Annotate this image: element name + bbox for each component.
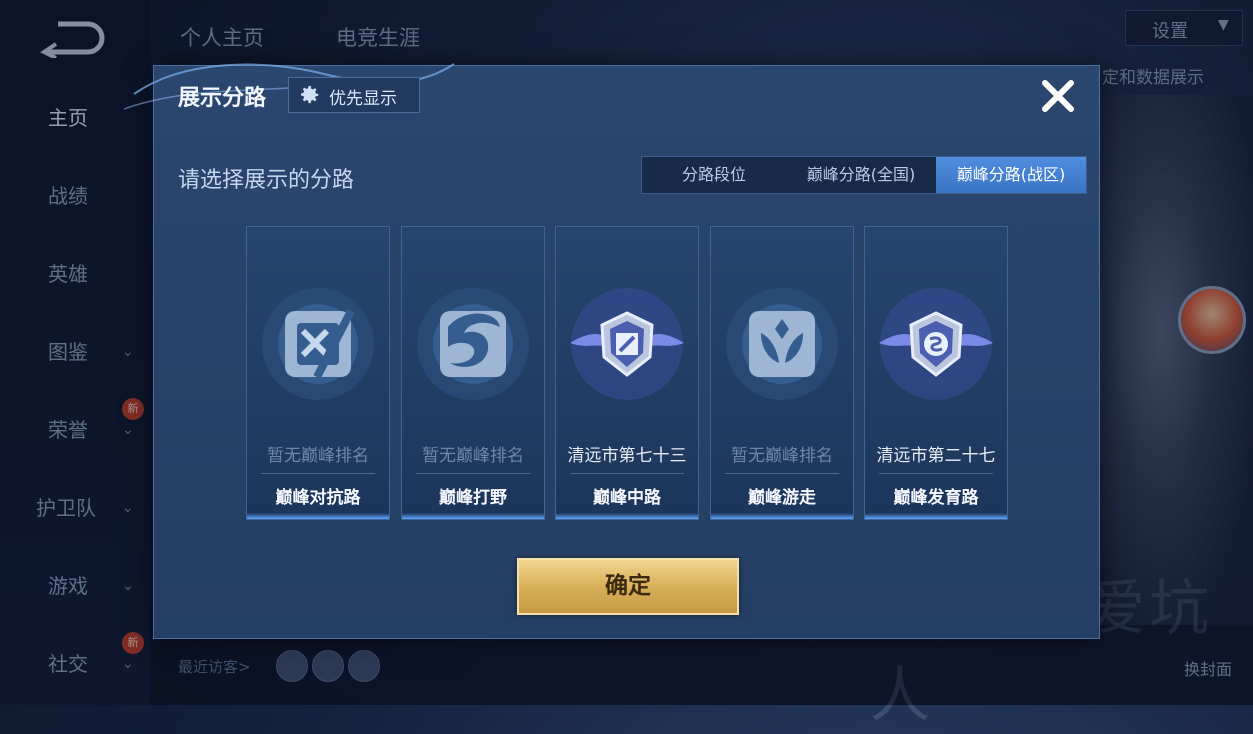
card-glow (247, 513, 389, 519)
mid-lane-badge-icon (570, 288, 684, 400)
peak-rank-text: 暂无巅峰排名 (731, 446, 833, 466)
jungle-icon (417, 288, 529, 400)
top-lane-icon (262, 288, 374, 400)
lane-name: 巅峰中路 (593, 488, 661, 508)
dialog-title: 展示分路 (178, 86, 267, 111)
divider (725, 473, 839, 474)
divider (570, 473, 684, 474)
lane-card-mid[interactable]: 清远市第七十三 巅峰中路 (555, 226, 699, 520)
divider (261, 473, 375, 474)
confirm-button[interactable]: 确定 (517, 558, 739, 615)
lane-card-roam[interactable]: 暂无巅峰排名 巅峰游走 (710, 226, 854, 520)
tab-peak-lane-national[interactable]: 巅峰分路(全国) (786, 157, 936, 193)
lane-display-dialog: 展示分路 优先显示 请选择展示的分路 分路段位 巅峰分路(全国) 巅峰分路(战区… (124, 63, 1100, 639)
lane-name: 巅峰打野 (439, 488, 507, 508)
card-glow (556, 513, 698, 519)
lane-type-tabs: 分路段位 巅峰分路(全国) 巅峰分路(战区) (641, 156, 1087, 194)
lane-name: 巅峰游走 (748, 488, 816, 508)
gear-icon (301, 85, 319, 104)
priority-display-button[interactable]: 优先显示 (288, 77, 420, 113)
lane-card-jungle[interactable]: 暂无巅峰排名 巅峰打野 (401, 226, 545, 520)
peak-rank-text: 暂无巅峰排名 (267, 446, 369, 466)
lane-name: 巅峰发育路 (893, 488, 979, 508)
divider (879, 473, 993, 474)
lane-name: 巅峰对抗路 (275, 488, 361, 508)
divider (416, 473, 530, 474)
card-glow (711, 513, 853, 519)
close-icon[interactable] (1038, 76, 1078, 116)
farm-lane-badge-icon (879, 288, 993, 400)
lane-card-top[interactable]: 暂无巅峰排名 巅峰对抗路 (246, 226, 390, 520)
peak-rank-text: 清远市第七十三 (567, 446, 687, 466)
dialog-subtitle: 请选择展示的分路 (178, 168, 355, 193)
peak-rank-text: 暂无巅峰排名 (422, 446, 524, 466)
roam-icon (726, 288, 838, 400)
lane-card-farm[interactable]: 清远市第二十七 巅峰发育路 (864, 226, 1008, 520)
tab-lane-rank[interactable]: 分路段位 (642, 157, 786, 193)
tab-peak-lane-region[interactable]: 巅峰分路(战区) (936, 157, 1086, 193)
peak-rank-text: 清远市第二十七 (876, 446, 996, 466)
priority-display-label: 优先显示 (329, 89, 397, 109)
card-glow (402, 513, 544, 519)
card-glow (865, 513, 1007, 519)
